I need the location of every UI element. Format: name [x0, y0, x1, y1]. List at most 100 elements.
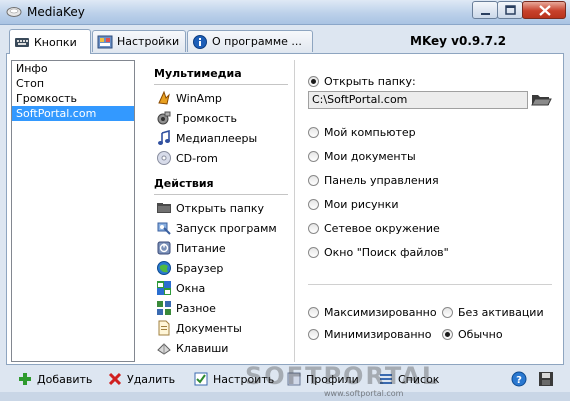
checklist-icon	[194, 372, 208, 386]
action-label: Браузер	[176, 261, 224, 275]
radio-label: Минимизированно	[324, 328, 432, 341]
divider	[154, 84, 288, 85]
list-item[interactable]: Инфо	[12, 61, 134, 76]
toolbar-label: Удалить	[127, 372, 176, 386]
action-windows[interactable]: Окна	[148, 278, 294, 298]
info-icon	[193, 34, 207, 49]
browser-icon	[157, 261, 171, 275]
action-run-programs[interactable]: Запуск программ	[148, 218, 294, 238]
radio-dot[interactable]	[308, 76, 319, 87]
radio-file-search[interactable]: Окно "Поиск файлов"	[308, 246, 449, 259]
radio-open-folder[interactable]: Открыть папку:	[308, 75, 416, 88]
radio-my-computer[interactable]: Мой компьютер	[308, 126, 416, 139]
radio-normal[interactable]: Обычно	[442, 328, 503, 341]
action-volume[interactable]: Громкость	[148, 108, 294, 128]
help-icon: ?	[511, 371, 527, 387]
radio-label: Максимизированно	[324, 306, 437, 319]
column-divider	[294, 60, 295, 362]
radio-dot[interactable]	[308, 223, 319, 234]
music-note-icon	[158, 130, 170, 145]
radio-control-panel[interactable]: Панель управления	[308, 174, 439, 187]
radio-dot[interactable]	[308, 247, 319, 258]
radio-label: Мой компьютер	[324, 126, 416, 139]
action-options: Открыть папку: C:\SoftPortal.com Мой ком…	[303, 60, 557, 362]
folder-path-input[interactable]: C:\SoftPortal.com	[308, 91, 528, 109]
radio-no-activation[interactable]: Без активации	[442, 306, 544, 319]
tab-settings[interactable]: Настройки	[92, 30, 186, 52]
toolbar-label: Добавить	[37, 372, 93, 386]
browse-folder-icon[interactable]	[530, 89, 552, 109]
floppy-disk-icon	[539, 372, 553, 386]
version-label: MKey v0.9.7.2	[410, 34, 507, 48]
action-label: Разное	[176, 301, 216, 315]
radio-label: Мои рисунки	[324, 198, 399, 211]
program-icon	[157, 222, 171, 235]
tab-label: Кнопки	[34, 35, 77, 49]
close-button[interactable]	[522, 1, 566, 19]
action-browser[interactable]: Браузер	[148, 258, 294, 278]
radio-my-documents[interactable]: Мои документы	[308, 150, 416, 163]
maximize-button[interactable]	[497, 1, 523, 19]
action-winamp[interactable]: WinAmp	[148, 88, 294, 108]
tab-label: Настройки	[117, 35, 180, 48]
radio-label: Панель управления	[324, 174, 439, 187]
action-misc[interactable]: Разное	[148, 298, 294, 318]
radio-label: Обычно	[458, 328, 503, 341]
key-list[interactable]: Инфо Стоп Громкость SoftPortal.com	[11, 60, 135, 362]
radio-dot[interactable]	[308, 329, 319, 340]
list-item[interactable]: Громкость	[12, 91, 134, 106]
action-media-players[interactable]: Медиаплееры	[148, 128, 294, 148]
action-documents[interactable]: Документы	[148, 318, 294, 338]
radio-dot[interactable]	[308, 127, 319, 138]
section-title-actions: Действия	[154, 177, 214, 190]
help-button[interactable]: ?	[511, 369, 531, 389]
folder-icon	[157, 203, 171, 213]
close-icon	[539, 5, 551, 16]
radio-dot[interactable]	[442, 307, 453, 318]
minimize-icon	[481, 13, 490, 15]
power-icon	[157, 241, 171, 255]
action-label: CD-rom	[176, 151, 218, 165]
add-button[interactable]: Добавить	[17, 369, 92, 389]
action-power[interactable]: Питание	[148, 238, 294, 258]
action-label: Клавиши	[176, 341, 229, 355]
radio-label: Открыть папку:	[324, 75, 416, 88]
keys-icon	[157, 343, 171, 355]
radio-network[interactable]: Сетевое окружение	[308, 222, 440, 235]
radio-dot[interactable]	[308, 175, 319, 186]
plus-icon	[19, 373, 31, 385]
action-label: Документы	[176, 321, 242, 335]
radio-dot[interactable]	[442, 329, 453, 340]
action-keys[interactable]: Клавиши	[148, 338, 294, 358]
action-open-folder[interactable]: Открыть папку	[148, 198, 294, 218]
list-item-selected[interactable]: SoftPortal.com	[12, 106, 134, 121]
list-item[interactable]: Стоп	[12, 76, 134, 91]
action-label: WinAmp	[176, 91, 222, 105]
save-button[interactable]	[538, 369, 558, 389]
radio-my-pictures[interactable]: Мои рисунки	[308, 198, 399, 211]
action-label: Запуск программ	[176, 221, 277, 235]
action-label: Питание	[176, 241, 226, 255]
settings-panel-icon	[97, 35, 113, 48]
delete-button[interactable]: Удалить	[107, 369, 175, 389]
radio-minimized[interactable]: Минимизированно	[308, 328, 431, 341]
tab-about[interactable]: О программе ...	[187, 30, 313, 52]
speaker-icon	[157, 111, 171, 125]
cd-icon	[157, 151, 171, 165]
divider	[154, 194, 288, 195]
title-bar[interactable]: MediaKey	[0, 0, 570, 25]
radio-dot[interactable]	[308, 307, 319, 318]
radio-label: Без активации	[458, 306, 544, 319]
action-categories: Мультимедиа WinAmp Громкость Медиаплееры…	[148, 60, 294, 362]
radio-maximized[interactable]: Максимизированно	[308, 306, 437, 319]
radio-label: Мои документы	[324, 150, 416, 163]
tab-label: О программе ...	[212, 35, 302, 48]
action-cdrom[interactable]: CD-rom	[148, 148, 294, 168]
radio-dot[interactable]	[308, 199, 319, 210]
svg-text:?: ?	[516, 375, 522, 386]
minimize-button[interactable]	[472, 1, 498, 19]
tab-buttons[interactable]: Кнопки	[9, 29, 91, 54]
action-label: Окна	[176, 281, 206, 295]
radio-dot[interactable]	[308, 151, 319, 162]
watermark: SOFTPORTAL	[245, 362, 440, 390]
